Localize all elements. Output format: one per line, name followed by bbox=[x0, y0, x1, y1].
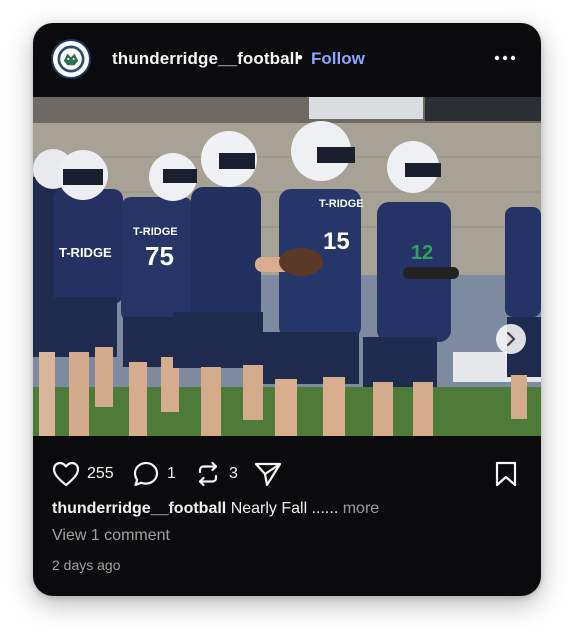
avatar-logo-icon bbox=[54, 42, 88, 76]
football-team-photo: T-RIDGE T-RIDGE 75 T-RIDGE 15 12 bbox=[33, 97, 541, 436]
post-photo[interactable]: T-RIDGE T-RIDGE 75 T-RIDGE 15 12 bbox=[33, 97, 541, 436]
comments-count: 1 bbox=[167, 465, 176, 482]
post-timestamp: 2 days ago bbox=[52, 557, 121, 573]
post-actions: 255 1 3 bbox=[33, 450, 541, 494]
comment-icon bbox=[133, 461, 159, 487]
avatar[interactable] bbox=[51, 39, 91, 79]
jersey-number: 75 bbox=[145, 241, 174, 271]
reposts-count: 3 bbox=[229, 465, 238, 482]
repost-button[interactable]: 3 bbox=[194, 460, 238, 488]
carousel-next-button[interactable] bbox=[496, 324, 526, 354]
follow-button[interactable]: Follow bbox=[311, 49, 365, 69]
post-caption: thunderridge__football Nearly Fall .....… bbox=[52, 500, 379, 518]
jersey-number: 15 bbox=[323, 228, 350, 255]
comment-button[interactable]: 1 bbox=[132, 460, 176, 488]
jersey-number: 12 bbox=[411, 242, 433, 264]
heart-icon bbox=[52, 461, 80, 487]
post-header: thunderridge__football • Follow bbox=[33, 23, 541, 97]
more-options-icon[interactable] bbox=[493, 49, 517, 67]
save-button[interactable] bbox=[494, 460, 518, 488]
jersey-team-text: T-RIDGE bbox=[319, 198, 364, 210]
jersey-team-text: T-RIDGE bbox=[133, 226, 178, 238]
likes-count: 255 bbox=[87, 465, 114, 482]
separator-dot: • bbox=[297, 48, 303, 67]
bookmark-icon bbox=[495, 461, 517, 487]
like-button[interactable]: 255 bbox=[52, 460, 114, 488]
caption-text: Nearly Fall ...... bbox=[230, 500, 339, 517]
repost-icon bbox=[198, 461, 218, 487]
share-icon bbox=[254, 462, 282, 487]
post-username[interactable]: thunderridge__football bbox=[112, 49, 299, 69]
post-card: thunderridge__football • Follow T-RIDGE … bbox=[33, 23, 541, 596]
caption-username[interactable]: thunderridge__football bbox=[52, 500, 226, 517]
share-button[interactable] bbox=[253, 460, 283, 488]
chevron-right-icon bbox=[506, 331, 516, 347]
caption-more-link[interactable]: more bbox=[343, 500, 379, 517]
jersey-team-text: T-RIDGE bbox=[59, 245, 112, 260]
view-comments-link[interactable]: View 1 comment bbox=[52, 527, 170, 545]
